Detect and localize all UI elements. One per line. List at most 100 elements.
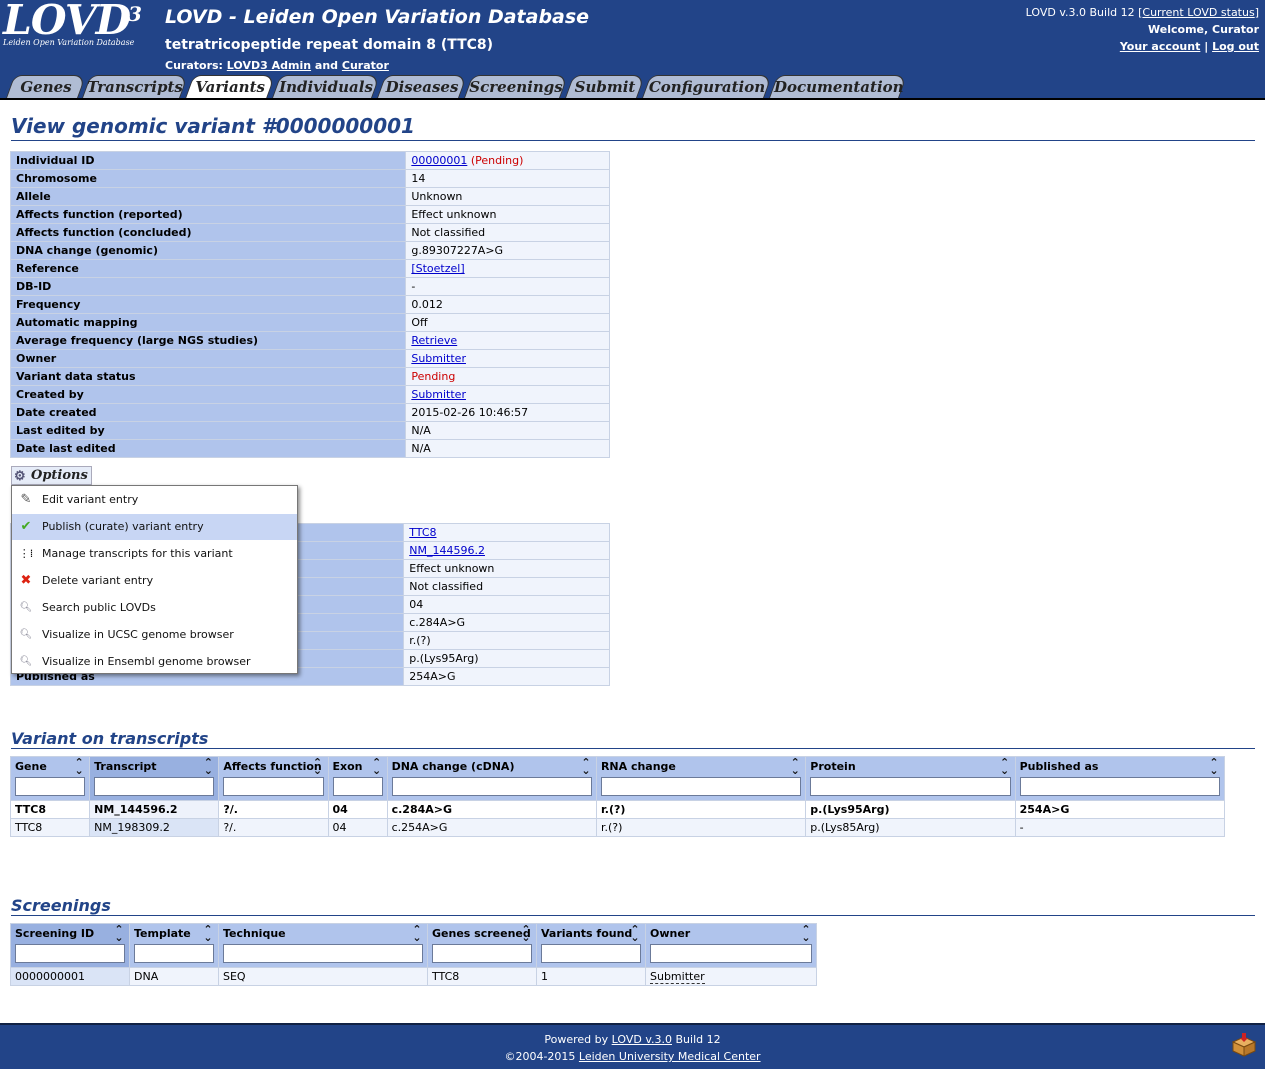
main-tabs: Genes Transcripts Variants Individuals D… — [0, 75, 1265, 100]
owner-value[interactable]: Submitter — [650, 970, 705, 984]
menu-visualize-ucsc[interactable]: 🔍︎ Visualize in UCSC genome browser — [12, 622, 297, 648]
sort-icon[interactable]: ⌃ ⌄ — [580, 757, 592, 776]
cell: 04 — [328, 801, 387, 818]
menu-item-label: Publish (curate) variant entry — [42, 520, 204, 533]
sort-icon[interactable]: ⌃ ⌄ — [789, 757, 801, 776]
welcome-text: Welcome, Curator — [1148, 23, 1259, 36]
package-icon[interactable] — [1231, 1033, 1257, 1057]
owner-link[interactable]: Submitter — [411, 352, 466, 365]
filter-input-gene[interactable] — [15, 777, 86, 796]
menu-search-public-lovds[interactable]: 🔍︎ Search public LOVDs — [12, 595, 297, 621]
filter-input-template[interactable] — [134, 944, 214, 963]
filter-input-transcript[interactable] — [94, 777, 215, 796]
menu-edit-variant[interactable]: ✎ Edit variant entry — [12, 487, 297, 513]
tab-diseases[interactable]: Diseases — [376, 75, 468, 99]
sort-icon[interactable]: ⌃ ⌄ — [202, 924, 214, 943]
detail-label: Last edited by — [11, 422, 406, 439]
account-links: Your account | Log out — [1026, 38, 1259, 55]
column-header-genes-screened[interactable]: Genes screened ⌃ ⌄ — [428, 924, 536, 967]
filter-input-dna-change[interactable] — [391, 777, 592, 796]
lovd-status-link[interactable]: Current LOVD status — [1142, 6, 1254, 19]
column-header-owner[interactable]: Owner ⌃ ⌄ — [646, 924, 816, 967]
tab-screenings[interactable]: Screenings — [463, 75, 569, 99]
sort-icon[interactable]: ⌃ ⌄ — [371, 757, 383, 776]
reference-link[interactable]: [Stoetzel] — [411, 262, 464, 275]
menu-manage-transcripts[interactable]: ⋮⁞ Manage transcripts for this variant — [12, 541, 297, 567]
sort-icon[interactable]: ⌃ ⌄ — [73, 757, 85, 776]
menu-delete-variant[interactable]: ✖ Delete variant entry — [12, 568, 297, 594]
lovd-version-link[interactable]: LOVD v.3.0 — [612, 1033, 672, 1046]
detail-label: Affects function (reported) — [11, 206, 406, 223]
sort-icon[interactable]: ⌃ ⌄ — [800, 924, 812, 943]
menu-visualize-ensembl[interactable]: 🔍︎ Visualize in Ensembl genome browser — [12, 649, 297, 675]
curator-link-curator[interactable]: Curator — [342, 59, 389, 72]
detail-label: Individual ID — [11, 152, 406, 169]
detail-row-last-edited-by: Last edited by N/A — [11, 422, 609, 439]
tab-transcripts[interactable]: Transcripts — [81, 75, 189, 99]
column-header-gene[interactable]: Gene ⌃ ⌄ — [11, 757, 90, 800]
filter-input-affects-function[interactable] — [223, 777, 324, 796]
column-header-template[interactable]: Template ⌃ ⌄ — [130, 924, 218, 967]
lovd-logo[interactable]: LOVD 3 Leiden Open Variation Database — [3, 0, 153, 52]
sort-icon[interactable]: ⌃ ⌄ — [113, 924, 125, 943]
column-label: Technique — [223, 927, 286, 940]
filter-input-exon[interactable] — [332, 777, 383, 796]
your-account-link[interactable]: Your account — [1120, 40, 1201, 53]
tab-documentation[interactable]: Documentation — [768, 75, 908, 99]
cell: p.(Lys85Arg) — [806, 819, 1015, 836]
transcript-link[interactable]: NM_144596.2 — [409, 544, 485, 557]
screenings-header-row: Screening ID ⌃ ⌄ Template ⌃ ⌄ Technique ⌃ ⌄ Ge… — [11, 924, 816, 967]
column-header-dna-change[interactable]: DNA change (cDNA) ⌃ ⌄ — [387, 757, 596, 800]
cell: ?/. — [219, 801, 328, 818]
tab-submit[interactable]: Submit — [564, 75, 646, 99]
table-row[interactable]: TTC8 NM_198309.2 ?/. 04 c.254A>G r.(?) p… — [11, 819, 1224, 836]
column-header-affects-function[interactable]: Affects function ⌃ ⌄ — [219, 757, 328, 800]
detail-value: 14 — [406, 170, 609, 187]
individual-id-link[interactable]: 00000001 — [411, 154, 467, 167]
sort-icon[interactable]: ⌃ ⌄ — [1208, 757, 1220, 776]
tab-individuals[interactable]: Individuals — [271, 75, 381, 99]
sort-icon[interactable]: ⌃ ⌄ — [629, 924, 641, 943]
tab-genes[interactable]: Genes — [5, 75, 87, 99]
column-header-protein[interactable]: Protein ⌃ ⌄ — [806, 757, 1015, 800]
column-label: Screening ID — [15, 927, 95, 940]
filter-input-variants-found[interactable] — [541, 944, 641, 963]
detail-value: Not classified — [406, 224, 609, 241]
table-row[interactable]: 0000000001 DNA SEQ TTC8 1 Submitter — [11, 968, 816, 985]
column-header-screening-id[interactable]: Screening ID ⌃ ⌄ — [11, 924, 129, 967]
sort-icon[interactable]: ⌃ ⌄ — [520, 924, 532, 943]
filter-input-rna-change[interactable] — [600, 777, 802, 796]
column-header-exon[interactable]: Exon ⌃ ⌄ — [328, 757, 387, 800]
tab-configuration[interactable]: Configuration — [641, 75, 773, 99]
menu-item-label: Edit variant entry — [42, 493, 139, 506]
filter-input-technique[interactable] — [223, 944, 423, 963]
retrieve-link[interactable]: Retrieve — [411, 334, 457, 347]
sort-icon[interactable]: ⌃ ⌄ — [312, 757, 324, 776]
table-row[interactable]: TTC8 NM_144596.2 ?/. 04 c.284A>G r.(?) p… — [11, 801, 1224, 818]
menu-publish-variant[interactable]: ✔ Publish (curate) variant entry — [12, 514, 297, 540]
transcripts-icon: ⋮⁞ — [18, 547, 34, 560]
filter-input-screening-id[interactable] — [15, 944, 125, 963]
column-header-technique[interactable]: Technique ⌃ ⌄ — [219, 924, 427, 967]
sort-icon[interactable]: ⌃ ⌄ — [411, 924, 423, 943]
logout-link[interactable]: Log out — [1212, 40, 1259, 53]
filter-input-protein[interactable] — [810, 777, 1011, 796]
column-header-transcript[interactable]: Transcript ⌃ ⌄ — [90, 757, 219, 800]
menu-item-label: Delete variant entry — [42, 574, 154, 587]
tab-label: Configuration — [648, 78, 766, 96]
curator-link-admin[interactable]: LOVD3 Admin — [227, 59, 311, 72]
created-by-link[interactable]: Submitter — [411, 388, 466, 401]
filter-input-owner[interactable] — [650, 944, 812, 963]
gene-link[interactable]: TTC8 — [409, 526, 436, 539]
filter-input-published-as[interactable] — [1019, 777, 1220, 796]
site-title: LOVD - Leiden Open Variation Database — [165, 6, 590, 28]
tab-variants[interactable]: Variants — [184, 75, 276, 100]
column-header-published-as[interactable]: Published as ⌃ ⌄ — [1015, 757, 1224, 800]
options-button[interactable]: ⚙ Options ▼ — [11, 466, 92, 498]
column-header-variants-found[interactable]: Variants found ⌃ ⌄ — [537, 924, 645, 967]
sort-icon[interactable]: ⌃ ⌄ — [202, 757, 214, 776]
filter-input-genes-screened[interactable] — [432, 944, 532, 963]
sort-icon[interactable]: ⌃ ⌄ — [999, 757, 1011, 776]
column-header-rna-change[interactable]: RNA change ⌃ ⌄ — [596, 757, 806, 800]
lumc-link[interactable]: Leiden University Medical Center — [579, 1050, 761, 1063]
